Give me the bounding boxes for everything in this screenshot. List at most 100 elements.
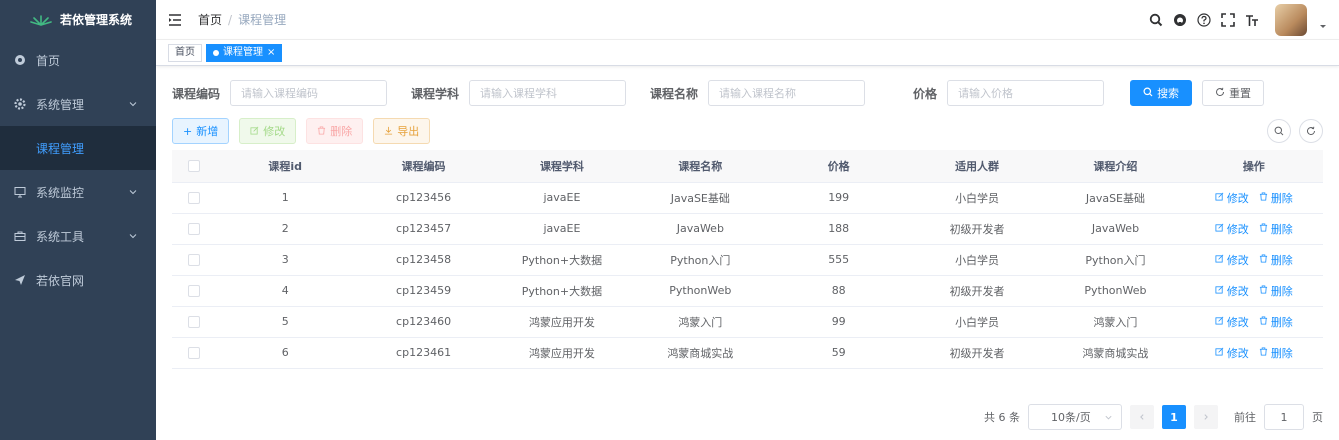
sidebar-item-system[interactable]: 系统管理	[0, 82, 156, 126]
cell-subject: javaEE	[492, 182, 632, 214]
sidebar-item-course[interactable]: 课程管理	[0, 126, 156, 170]
row-delete-link[interactable]: 删除	[1259, 252, 1293, 268]
row-delete-link[interactable]: 删除	[1259, 283, 1293, 299]
delete-button[interactable]: 删除	[306, 118, 364, 144]
edit-button[interactable]: 修改	[239, 118, 297, 144]
refresh-button[interactable]	[1299, 119, 1323, 143]
trash-icon	[1259, 346, 1268, 359]
row-delete-link[interactable]: 删除	[1259, 190, 1293, 206]
sidebar-item-label: 系统监控	[36, 185, 85, 200]
sidebar: 若依管理系统 首页 系统管理 课程管理 系统监控 系统工具 若依官网	[0, 0, 156, 440]
chevron-left-icon	[1140, 414, 1144, 420]
page-number-button[interactable]: 1	[1162, 405, 1186, 429]
row-edit-label: 修改	[1226, 222, 1249, 236]
row-delete-link[interactable]: 删除	[1259, 345, 1293, 361]
chevron-down-icon	[129, 102, 137, 107]
price-input[interactable]	[947, 80, 1105, 106]
edit-icon	[1215, 316, 1224, 328]
avatar[interactable]	[1275, 3, 1307, 36]
column-header: 课程学科	[492, 150, 632, 183]
github-icon[interactable]	[1173, 13, 1187, 27]
row-edit-label: 修改	[1226, 346, 1249, 360]
cell-audience: 初级开发者	[907, 337, 1047, 369]
cell-subject: 鸿蒙应用开发	[492, 337, 632, 369]
search-icon	[1274, 126, 1284, 136]
cell-intro: JavaWeb	[1046, 213, 1185, 245]
cell-name: Python入门	[631, 244, 770, 276]
goto-page-input[interactable]: 1	[1264, 404, 1304, 430]
toolbar: + 新增 修改 删除 导出	[172, 118, 1323, 144]
row-checkbox[interactable]	[188, 316, 200, 328]
row-delete-link[interactable]: 删除	[1259, 314, 1293, 330]
submenu-system: 课程管理	[0, 126, 156, 170]
row-edit-label: 修改	[1226, 253, 1249, 267]
row-checkbox[interactable]	[188, 347, 200, 359]
cell-code: cp123457	[354, 213, 493, 245]
fullscreen-icon[interactable]	[1221, 12, 1235, 27]
row-edit-link[interactable]: 修改	[1215, 221, 1249, 237]
prev-page-button[interactable]	[1130, 405, 1154, 429]
sidebar-item-label: 系统管理	[36, 97, 85, 112]
row-delete-label: 删除	[1270, 253, 1293, 267]
row-delete-label: 删除	[1270, 222, 1293, 236]
row-checkbox[interactable]	[188, 285, 200, 297]
close-icon[interactable]: ×	[267, 45, 275, 61]
row-edit-link[interactable]: 修改	[1215, 345, 1249, 361]
select-all-checkbox[interactable]	[188, 160, 200, 173]
row-edit-label: 修改	[1226, 315, 1249, 329]
navbar: 首页 / 课程管理	[156, 0, 1339, 40]
tag-course[interactable]: 课程管理 ×	[206, 43, 283, 62]
row-checkbox[interactable]	[188, 223, 200, 235]
chevron-down-icon	[129, 234, 137, 239]
row-edit-link[interactable]: 修改	[1215, 190, 1249, 206]
trash-icon	[1259, 284, 1268, 297]
export-button[interactable]: 导出	[373, 118, 431, 144]
cell-audience: 小白学员	[907, 244, 1047, 276]
tag-home[interactable]: 首页	[168, 43, 202, 62]
font-size-icon[interactable]	[1245, 13, 1259, 27]
monitor-icon	[14, 186, 26, 198]
sidebar-item-website[interactable]: 若依官网	[0, 258, 156, 302]
row-delete-link[interactable]: 删除	[1259, 221, 1293, 237]
breadcrumb-home[interactable]: 首页	[198, 11, 222, 28]
table-header: 课程id 课程编码 课程学科 课程名称 价格 适用人群 课程介绍 操作	[172, 150, 1323, 183]
table-row: 1 cp123456 javaEE JavaSE基础 199 小白学员 JavaSE基础 修改…	[172, 182, 1323, 214]
export-button-label: 导出	[397, 125, 420, 138]
chevron-right-icon	[1204, 414, 1208, 420]
search-icon[interactable]	[1149, 13, 1163, 27]
cell-subject: javaEE	[492, 213, 632, 245]
content-area: 课程编码 课程学科 课程名称 价格	[156, 66, 1339, 440]
course-code-input[interactable]	[230, 80, 388, 106]
next-page-button[interactable]	[1194, 405, 1218, 429]
cell-price: 99	[769, 306, 908, 338]
caret-down-icon[interactable]	[1319, 23, 1327, 31]
cell-id: 1	[216, 182, 355, 214]
logo[interactable]: 若依管理系统	[0, 0, 156, 38]
add-button[interactable]: + 新增	[172, 118, 230, 144]
cell-intro: JavaSE基础	[1046, 182, 1185, 214]
table-row: 6 cp123461 鸿蒙应用开发 鸿蒙商城实战 59 初级开发者 鸿蒙商城实战 修改 删除	[172, 337, 1323, 369]
search-button[interactable]: 搜索	[1130, 80, 1193, 106]
row-edit-link[interactable]: 修改	[1215, 314, 1249, 330]
row-edit-link[interactable]: 修改	[1215, 283, 1249, 299]
hamburger-icon[interactable]	[168, 13, 182, 27]
toggle-search-button[interactable]	[1267, 119, 1291, 143]
course-subject-input[interactable]	[469, 80, 627, 106]
row-checkbox[interactable]	[188, 192, 200, 204]
course-name-input[interactable]	[708, 80, 866, 106]
trash-icon	[1259, 253, 1268, 266]
breadcrumb-current: 课程管理	[238, 13, 287, 27]
send-icon	[14, 274, 26, 286]
goto-suffix: 页	[1312, 411, 1323, 424]
row-edit-link[interactable]: 修改	[1215, 252, 1249, 268]
sidebar-item-tools[interactable]: 系统工具	[0, 214, 156, 258]
table-row: 5 cp123460 鸿蒙应用开发 鸿蒙入门 99 小白学员 鸿蒙入门 修改 删除	[172, 306, 1323, 338]
sidebar-item-home[interactable]: 首页	[0, 38, 156, 82]
question-icon[interactable]	[1197, 12, 1211, 27]
trash-icon	[1259, 315, 1268, 328]
sidebar-item-monitor[interactable]: 系统监控	[0, 170, 156, 214]
reset-button[interactable]: 重置	[1202, 80, 1265, 106]
row-checkbox[interactable]	[188, 254, 200, 266]
page-size-select[interactable]: 10条/页	[1028, 404, 1122, 430]
goto-prefix: 前往	[1234, 411, 1256, 424]
